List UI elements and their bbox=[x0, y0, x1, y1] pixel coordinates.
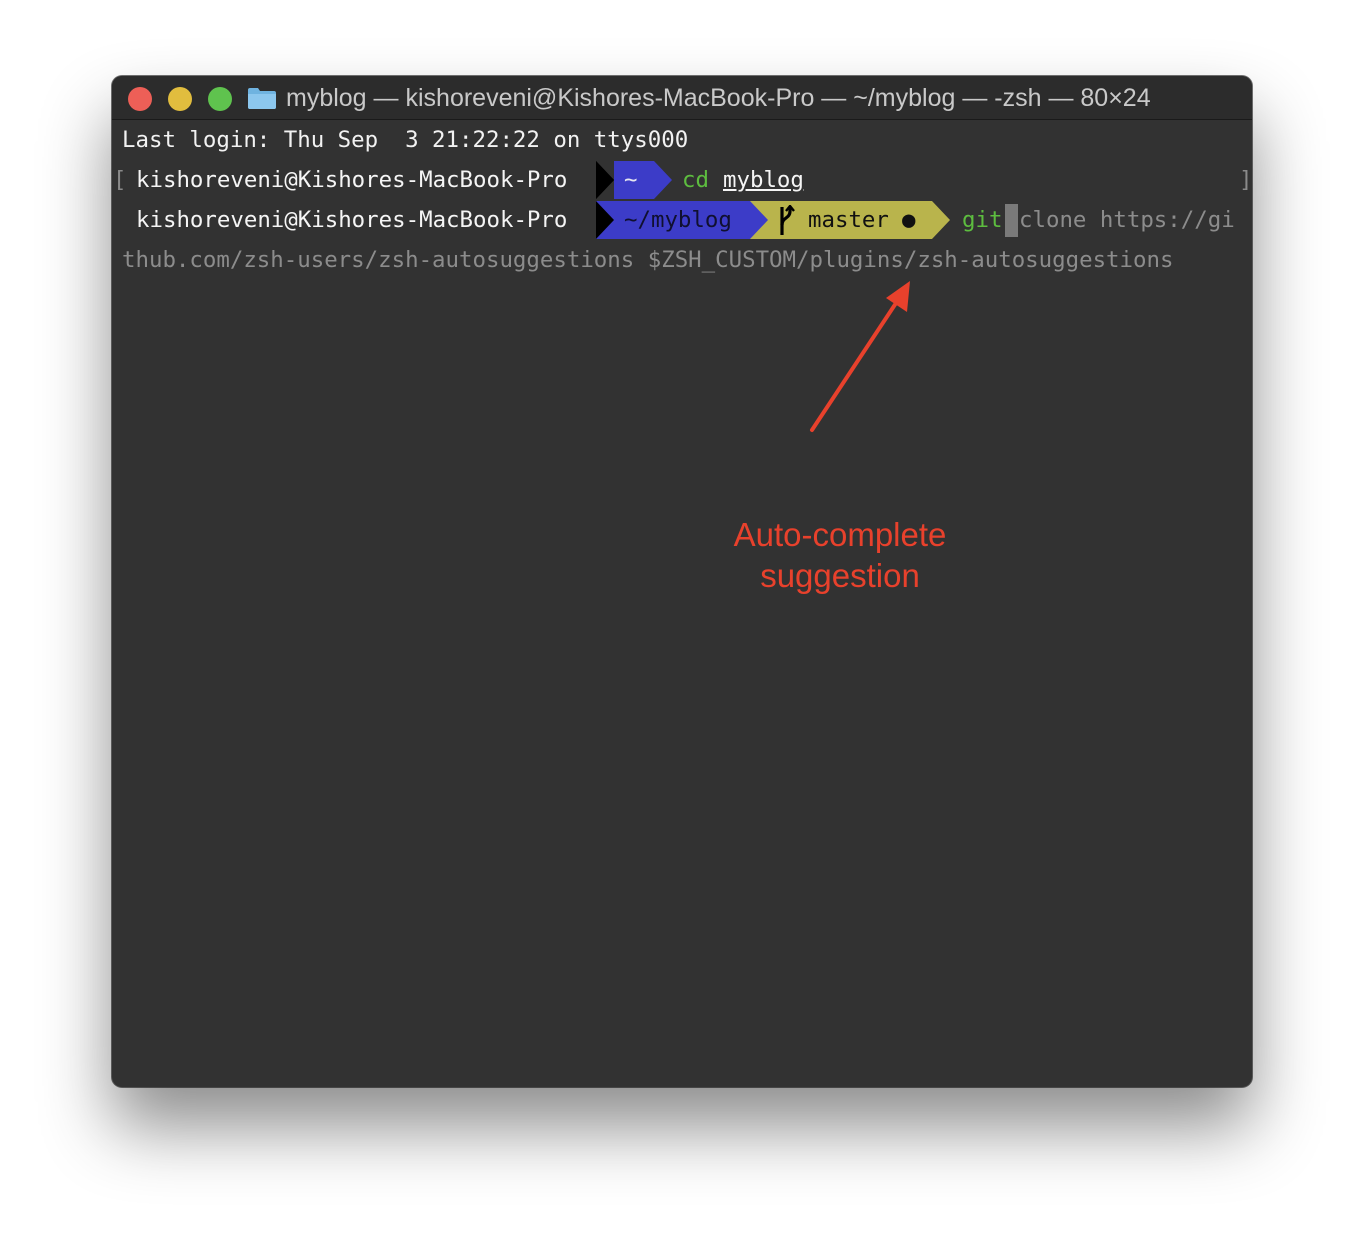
git-dirty-marker: ● bbox=[902, 207, 916, 233]
minimize-button[interactable] bbox=[168, 87, 192, 111]
window-title: myblog — kishoreveni@Kishores-MacBook-Pr… bbox=[286, 84, 1151, 112]
maximize-button[interactable] bbox=[208, 87, 232, 111]
annotation-line-2: suggestion bbox=[760, 557, 920, 594]
git-branch-icon bbox=[780, 205, 795, 235]
prompt-dir: ~ bbox=[624, 167, 638, 193]
annotation-line-1: Auto-complete bbox=[733, 516, 947, 553]
close-button[interactable] bbox=[128, 87, 152, 111]
terminal-content[interactable]: Last login: Thu Sep 3 21:22:22 on ttys00… bbox=[112, 120, 1252, 1087]
terminal-window: myblog — kishoreveni@Kishores-MacBook-Pr… bbox=[112, 76, 1252, 1087]
git-branch-name: master bbox=[808, 207, 889, 233]
prompt-dir: ~/myblog bbox=[624, 207, 732, 233]
prompt-separator-icon bbox=[596, 201, 614, 239]
title-bar[interactable]: myblog — kishoreveni@Kishores-MacBook-Pr… bbox=[112, 76, 1252, 120]
annotation-label: Auto-complete suggestion bbox=[680, 514, 1000, 596]
prompt-separator-icon bbox=[596, 161, 614, 199]
prompt-separator-icon bbox=[750, 201, 768, 239]
annotation-arrow-icon bbox=[810, 281, 910, 432]
folder-icon bbox=[248, 88, 276, 109]
